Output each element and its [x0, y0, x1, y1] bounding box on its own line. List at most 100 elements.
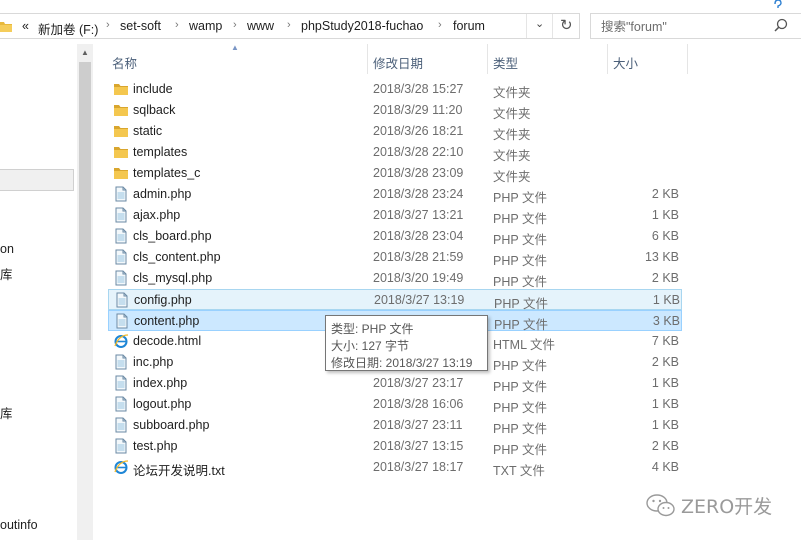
- column-header-type[interactable]: 类型: [493, 53, 518, 72]
- file-row[interactable]: logout.php 2018/3/28 16:06 PHP 文件 1 KB: [108, 394, 682, 415]
- php-file-icon: [113, 207, 129, 223]
- php-file-icon: [113, 249, 129, 265]
- file-date: 2018/3/28 23:09: [373, 166, 464, 180]
- breadcrumb-drive[interactable]: 新加卷 (F:): [38, 19, 98, 38]
- column-header-date[interactable]: 修改日期: [373, 53, 423, 72]
- help-icon[interactable]: [771, 0, 785, 10]
- file-type: PHP 文件: [493, 233, 547, 247]
- nav-item-label[interactable]: outinfo: [0, 518, 38, 532]
- file-row[interactable]: ajax.php 2018/3/27 13:21 PHP 文件 1 KB: [108, 205, 682, 226]
- file-type: 文件夹: [493, 170, 531, 184]
- column-divider[interactable]: [367, 44, 368, 74]
- refresh-button[interactable]: ↻: [552, 14, 580, 38]
- breadcrumb-phpstudy[interactable]: phpStudy2018-fuchao: [301, 19, 423, 33]
- breadcrumb-overflow[interactable]: «: [22, 19, 29, 33]
- file-row[interactable]: include 2018/3/28 15:27 文件夹: [108, 79, 682, 100]
- file-type: 文件夹: [493, 86, 531, 100]
- column-divider[interactable]: [607, 44, 608, 74]
- breadcrumb-www[interactable]: www: [247, 19, 274, 33]
- breadcrumb-separator[interactable]: ›: [233, 19, 237, 31]
- file-name: inc.php: [133, 355, 174, 369]
- file-date: 2018/3/29 11:20: [373, 103, 463, 117]
- file-row[interactable]: templates_c 2018/3/28 23:09 文件夹: [108, 163, 682, 184]
- folder-icon: [113, 102, 129, 118]
- file-row[interactable]: static 2018/3/26 18:21 文件夹: [108, 121, 682, 142]
- column-header-size[interactable]: 大小: [613, 53, 638, 72]
- breadcrumb-forum[interactable]: forum: [453, 19, 485, 33]
- scroll-up-arrow-icon[interactable]: ▲: [81, 48, 89, 57]
- ie-html-icon: [113, 459, 129, 475]
- file-size: 1 KB: [651, 208, 679, 222]
- file-date: 2018/3/28 23:24: [373, 187, 464, 201]
- file-size: 2 KB: [651, 187, 679, 201]
- file-date: 2018/3/20 19:49: [373, 271, 464, 285]
- php-file-icon: [113, 354, 129, 370]
- file-size: 1 KB: [652, 293, 680, 307]
- column-divider[interactable]: [687, 44, 688, 74]
- file-name: subboard.php: [133, 418, 210, 432]
- file-row[interactable]: cls_mysql.php 2018/3/20 19:49 PHP 文件 2 KB: [108, 268, 682, 289]
- php-file-icon: [113, 186, 129, 202]
- address-history-dropdown[interactable]: ⌄: [526, 14, 553, 38]
- php-file-icon: [113, 270, 129, 286]
- scrollbar-thumb[interactable]: [79, 62, 91, 340]
- file-size: 13 KB: [644, 250, 679, 264]
- search-box[interactable]: [590, 13, 801, 39]
- file-name: test.php: [133, 439, 178, 453]
- file-size: 6 KB: [651, 229, 679, 243]
- file-row[interactable]: 论坛开发说明.txt 2018/3/27 18:17 TXT 文件 4 KB: [108, 457, 682, 478]
- file-name: templates_c: [133, 166, 201, 180]
- folder-icon: [113, 165, 129, 181]
- file-name: cls_mysql.php: [133, 271, 213, 285]
- file-date: 2018/3/27 13:21: [373, 208, 464, 222]
- column-divider[interactable]: [487, 44, 488, 74]
- file-size: 1 KB: [651, 418, 679, 432]
- file-row[interactable]: sqlback 2018/3/29 11:20 文件夹: [108, 100, 682, 121]
- nav-item-selected[interactable]: [0, 169, 74, 191]
- ie-html-icon: [113, 333, 129, 349]
- file-row[interactable]: index.php 2018/3/27 23:17 PHP 文件 1 KB: [108, 373, 682, 394]
- php-file-icon: [113, 438, 129, 454]
- nav-item-label[interactable]: 库: [0, 264, 13, 283]
- file-row[interactable]: subboard.php 2018/3/27 23:11 PHP 文件 1 KB: [108, 415, 682, 436]
- file-name: content.php: [134, 314, 200, 328]
- file-row[interactable]: cls_content.php 2018/3/28 21:59 PHP 文件 13 K…: [108, 247, 682, 268]
- search-input[interactable]: [599, 17, 763, 37]
- breadcrumb-set-soft[interactable]: set-soft: [120, 19, 161, 33]
- file-row[interactable]: test.php 2018/3/27 13:15 PHP 文件 2 KB: [108, 436, 682, 457]
- file-size: 1 KB: [651, 376, 679, 390]
- title-strip: [0, 0, 801, 8]
- file-row[interactable]: config.php 2018/3/27 13:19 PHP 文件 1 KB: [108, 289, 682, 311]
- php-file-icon: [114, 313, 130, 329]
- file-size: 2 KB: [651, 439, 679, 453]
- breadcrumb-separator[interactable]: ›: [438, 19, 442, 31]
- file-date: 2018/3/28 15:27: [373, 82, 464, 96]
- file-name: 论坛开发说明.txt: [133, 464, 225, 478]
- file-date: 2018/3/27 18:17: [373, 460, 464, 474]
- file-type: PHP 文件: [493, 359, 547, 373]
- file-date: 2018/3/27 13:15: [373, 439, 464, 453]
- file-row[interactable]: cls_board.php 2018/3/28 23:04 PHP 文件 6 KB: [108, 226, 682, 247]
- file-row[interactable]: admin.php 2018/3/28 23:24 PHP 文件 2 KB: [108, 184, 682, 205]
- php-file-icon: [113, 417, 129, 433]
- file-type: PHP 文件: [493, 275, 547, 289]
- file-row[interactable]: templates 2018/3/28 22:10 文件夹: [108, 142, 682, 163]
- breadcrumb-wamp[interactable]: wamp: [189, 19, 222, 33]
- file-name: admin.php: [133, 187, 192, 201]
- nav-scrollbar[interactable]: ▲: [77, 44, 93, 540]
- tooltip-type: 类型: PHP 文件: [331, 322, 414, 336]
- file-name: logout.php: [133, 397, 192, 411]
- nav-item-label[interactable]: on: [0, 242, 14, 256]
- file-name: templates: [133, 145, 188, 159]
- breadcrumb-separator[interactable]: ›: [287, 19, 291, 31]
- file-type: PHP 文件: [493, 191, 547, 205]
- file-name: config.php: [134, 293, 192, 307]
- nav-item-label[interactable]: 库: [0, 403, 13, 422]
- file-type: TXT 文件: [493, 464, 545, 478]
- file-size: 2 KB: [651, 271, 679, 285]
- breadcrumb-separator[interactable]: ›: [175, 19, 179, 31]
- column-header-name[interactable]: 名称: [112, 53, 137, 72]
- address-bar[interactable]: « 新加卷 (F:) › set-soft › wamp › www › php…: [0, 13, 580, 39]
- file-size: 1 KB: [651, 397, 679, 411]
- breadcrumb-separator[interactable]: ›: [106, 19, 110, 31]
